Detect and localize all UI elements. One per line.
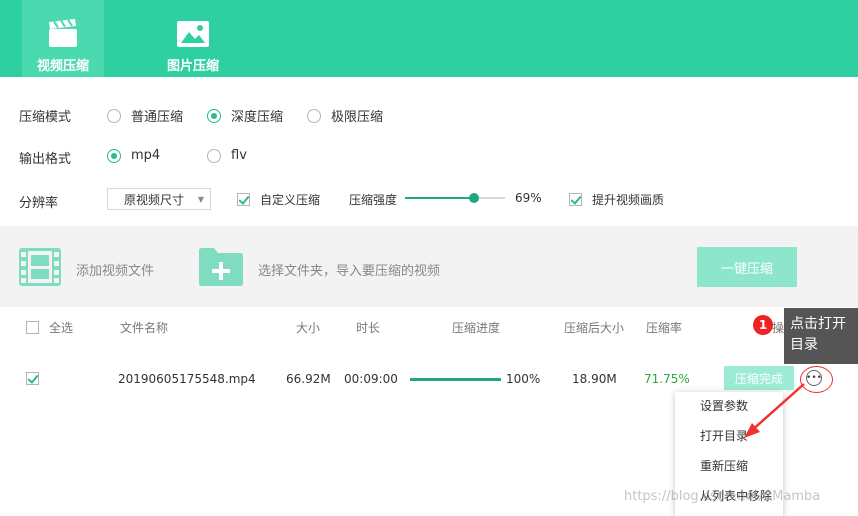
watermark-text: https://blog.csdn.net/CMamba xyxy=(624,489,821,504)
annotation-tooltip: 点击打开目录 xyxy=(784,308,858,364)
annotation-badge: 1 xyxy=(753,315,773,335)
annotation-arrow xyxy=(744,383,805,438)
